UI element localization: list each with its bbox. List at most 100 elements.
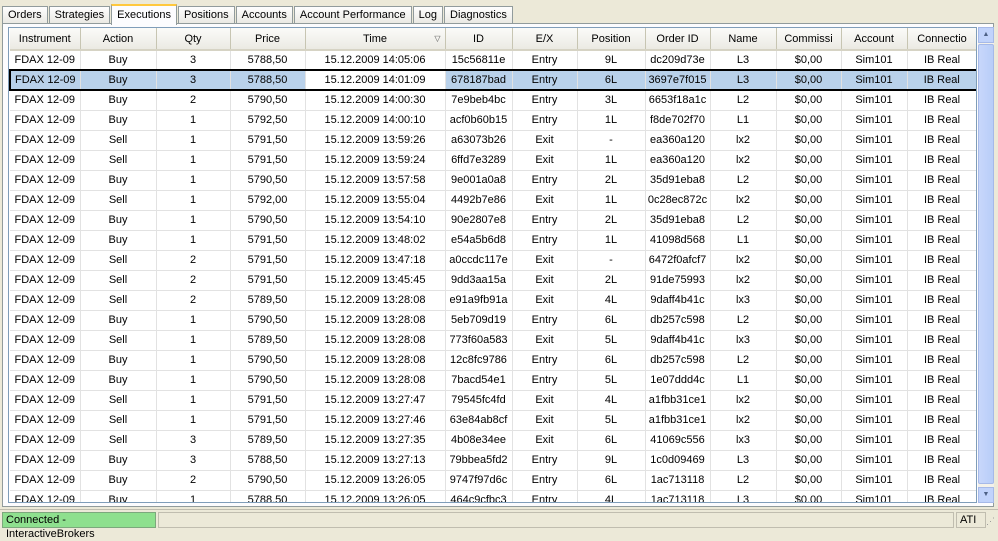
- cell-order-id: 9daff4b41c: [645, 330, 711, 351]
- resize-grip-icon[interactable]: ⋰: [986, 516, 996, 528]
- column-header-label: Account: [854, 32, 894, 45]
- cell-e-x: Exit: [512, 410, 578, 431]
- cell-e-x: Entry: [512, 230, 578, 251]
- cell-instrument: FDAX 12-09: [10, 350, 81, 371]
- header-row: Instrument Action Qty Price Time ▽ ID E/X Positi…: [10, 28, 976, 51]
- table-row[interactable]: FDAX 12-09 Sell 3 5789,50 15.12.2009 13:27:3…: [10, 430, 976, 451]
- cell-connectio: IB Real: [907, 370, 976, 391]
- column-header-order-id[interactable]: Order ID: [645, 28, 711, 51]
- table-row[interactable]: FDAX 12-09 Buy 3 5788,50 15.12.2009 13:27:13…: [10, 450, 976, 471]
- tab-accounts[interactable]: Accounts: [235, 6, 293, 24]
- cell-qty: 3: [156, 430, 231, 451]
- table-row[interactable]: FDAX 12-09 Buy 1 5790,50 15.12.2009 13:28:08…: [10, 370, 976, 391]
- cell-commissi: $0,00: [776, 50, 842, 71]
- column-header-connectio[interactable]: Connectio: [907, 28, 976, 51]
- table-row[interactable]: FDAX 12-09 Buy 2 5790,50 15.12.2009 13:26:05…: [10, 470, 976, 491]
- scroll-up-button[interactable]: ▲: [978, 27, 994, 43]
- cell-qty: 3: [156, 69, 231, 91]
- cell-action: Sell: [80, 190, 157, 211]
- tab-log[interactable]: Log: [412, 6, 443, 24]
- column-header-commissi[interactable]: Commissi: [776, 28, 842, 51]
- tab-account-performance[interactable]: Account Performance: [293, 6, 412, 24]
- cell-id: acf0b60b15: [445, 110, 513, 131]
- cell-action: Buy: [80, 230, 157, 251]
- table-row[interactable]: FDAX 12-09 Sell 1 5791,50 15.12.2009 13:59:2…: [10, 130, 976, 151]
- cell-connectio: IB Real: [907, 490, 976, 502]
- cell-connectio: IB Real: [907, 450, 976, 471]
- table-row[interactable]: FDAX 12-09 Buy 1 5790,50 15.12.2009 13:54:10…: [10, 210, 976, 231]
- table-row[interactable]: FDAX 12-09 Buy 1 5790,50 15.12.2009 13:57:58…: [10, 170, 976, 191]
- table-row[interactable]: FDAX 12-09 Sell 1 5791,50 15.12.2009 13:27:4…: [10, 390, 976, 411]
- table-row[interactable]: FDAX 12-09 Sell 2 5791,50 15.12.2009 13:45:4…: [10, 270, 976, 291]
- column-header-e-x[interactable]: E/X: [512, 28, 578, 51]
- column-header-id[interactable]: ID: [445, 28, 513, 51]
- cell-commissi: $0,00: [776, 230, 842, 251]
- cell-commissi: $0,00: [776, 330, 842, 351]
- cell-commissi: $0,00: [776, 390, 842, 411]
- cell-price: 5791,50: [230, 390, 306, 411]
- cell-name: L3: [710, 50, 777, 71]
- table-row[interactable]: FDAX 12-09 Buy 3 5788,50 15.12.2009 14:05:06…: [10, 50, 976, 71]
- cell-position: 5L: [577, 410, 646, 431]
- cell-action: Sell: [80, 390, 157, 411]
- cell-connectio: IB Real: [907, 310, 976, 331]
- cell-e-x: Exit: [512, 270, 578, 291]
- tab-strategies[interactable]: Strategies: [48, 6, 111, 24]
- column-header-account[interactable]: Account: [841, 28, 908, 51]
- table-row[interactable]: FDAX 12-09 Sell 1 5789,50 15.12.2009 13:28:0…: [10, 330, 976, 351]
- cell-qty: 1: [156, 330, 231, 351]
- tab-orders[interactable]: Orders: [2, 6, 48, 24]
- table-row[interactable]: FDAX 12-09 Sell 2 5789,50 15.12.2009 13:28:0…: [10, 290, 976, 311]
- cell-id: 15c56811e: [445, 50, 513, 71]
- cell-time: 15.12.2009 13:27:47: [305, 390, 446, 411]
- cell-instrument: FDAX 12-09: [10, 110, 81, 131]
- column-header-label: Time: [362, 32, 388, 45]
- cell-price: 5790,50: [230, 310, 306, 331]
- tab-positions[interactable]: Positions: [177, 6, 235, 24]
- column-header-time[interactable]: Time ▽: [305, 28, 446, 51]
- table-row[interactable]: FDAX 12-09 Buy 1 5792,50 15.12.2009 14:00:10…: [10, 110, 976, 131]
- cell-name: L3: [710, 69, 777, 91]
- column-header-position[interactable]: Position: [577, 28, 646, 51]
- tab-executions[interactable]: Executions: [111, 4, 177, 25]
- scroll-down-button[interactable]: ▼: [978, 487, 994, 503]
- cell-action: Sell: [80, 410, 157, 431]
- cell-position: 1L: [577, 150, 646, 171]
- column-header-instrument[interactable]: Instrument: [10, 28, 81, 51]
- cell-instrument: FDAX 12-09: [10, 470, 81, 491]
- column-header-price[interactable]: Price: [230, 28, 306, 51]
- table-row[interactable]: FDAX 12-09 Buy 1 5790,50 15.12.2009 13:28:08…: [10, 350, 976, 371]
- cell-action: Sell: [80, 290, 157, 311]
- table-row[interactable]: FDAX 12-09 Buy 1 5788,50 15.12.2009 13:26:05…: [10, 490, 976, 502]
- cell-instrument: FDAX 12-09: [10, 230, 81, 251]
- table-row[interactable]: FDAX 12-09 Buy 3 5788,50 15.12.2009 14:01:09…: [9, 69, 976, 91]
- column-header-name[interactable]: Name: [710, 28, 777, 51]
- cell-price: 5788,50: [230, 450, 306, 471]
- tab-diagnostics[interactable]: Diagnostics: [444, 6, 513, 24]
- cell-price: 5790,50: [230, 370, 306, 391]
- table-row[interactable]: FDAX 12-09 Sell 2 5791,50 15.12.2009 13:47:1…: [10, 250, 976, 271]
- cell-position: 4L: [577, 490, 646, 502]
- cell-id: 773f60a583: [445, 330, 513, 351]
- cell-account: Sim101: [841, 470, 908, 491]
- table-row[interactable]: FDAX 12-09 Sell 1 5791,50 15.12.2009 13:27:4…: [10, 410, 976, 431]
- cell-account: Sim101: [841, 410, 908, 431]
- table-row[interactable]: FDAX 12-09 Sell 1 5792,00 15.12.2009 13:55:0…: [10, 190, 976, 211]
- column-header-action[interactable]: Action: [80, 28, 157, 51]
- table-row[interactable]: FDAX 12-09 Buy 1 5791,50 15.12.2009 13:48:02…: [10, 230, 976, 251]
- table-row[interactable]: FDAX 12-09 Sell 1 5791,50 15.12.2009 13:59:2…: [10, 150, 976, 171]
- cell-commissi: $0,00: [776, 190, 842, 211]
- cell-commissi: $0,00: [776, 490, 842, 502]
- cell-order-id: 91de75993: [645, 270, 711, 291]
- cell-connectio: IB Real: [907, 330, 976, 351]
- table-row[interactable]: FDAX 12-09 Buy 1 5790,50 15.12.2009 13:28:08…: [10, 310, 976, 331]
- table-row[interactable]: FDAX 12-09 Buy 2 5790,50 15.12.2009 14:00:30…: [10, 90, 976, 111]
- scroll-thumb[interactable]: [978, 44, 994, 484]
- cell-position: -: [577, 250, 646, 271]
- cell-e-x: Exit: [512, 150, 578, 171]
- column-header-qty[interactable]: Qty: [156, 28, 231, 51]
- vertical-scrollbar[interactable]: ▲ ▼: [978, 27, 994, 503]
- cell-time: 15.12.2009 13:48:02: [305, 230, 446, 251]
- cell-account: Sim101: [841, 350, 908, 371]
- cell-commissi: $0,00: [776, 210, 842, 231]
